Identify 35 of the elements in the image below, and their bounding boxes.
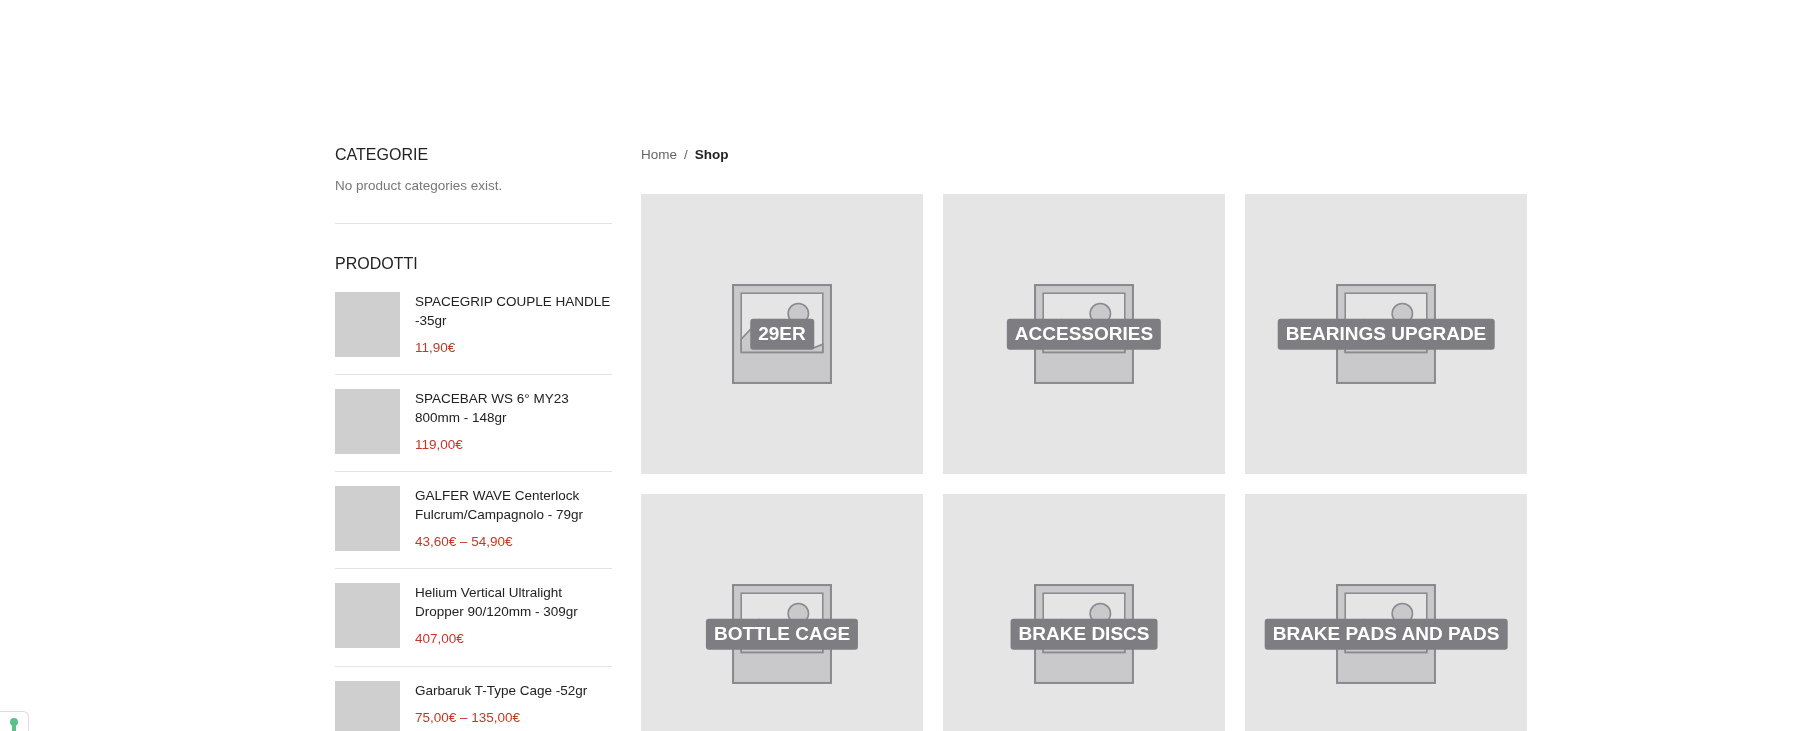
person-icon [9, 718, 19, 731]
product-price: 119,00€ [415, 435, 464, 454]
category-title: BEARINGS UPGRADE [1277, 319, 1495, 350]
product-photo [335, 583, 400, 649]
category-tile[interactable]: BRAKE PADS AND PADS [1245, 494, 1527, 731]
product-price: 43,60€ – 54,90€ [415, 533, 514, 552]
category-tile[interactable]: BRAKE DISCS [943, 494, 1225, 731]
product-link[interactable]: Garbaruk T-Type Cage -52gr [415, 680, 588, 700]
cookie-badge[interactable] [0, 711, 29, 731]
category-tile[interactable]: BEARINGS UPGRADE [1245, 194, 1527, 475]
category-title: BRAKE DISCS [1010, 619, 1158, 650]
product-photo [335, 291, 400, 357]
product-photo [335, 486, 400, 552]
widget-title: CATEGORIE [335, 145, 430, 165]
widget-title: PRODOTTI [335, 254, 419, 274]
category-tile[interactable]: ACCESSORIES [943, 194, 1225, 475]
empty-message: No product categories exist. [335, 177, 504, 196]
product-price: 407,00€ [415, 630, 465, 649]
category-title: 29ER [750, 319, 814, 350]
product-link[interactable]: SPACEBAR WS 6° MY23 800mm - 148gr [415, 388, 612, 427]
product-link[interactable]: Helium Vertical Ultralight Dropper 90/120mm - 309gr [415, 583, 612, 622]
category-title: BRAKE PADS AND PADS [1264, 619, 1508, 650]
category-tile[interactable]: 29ER [641, 194, 923, 475]
breadcrumb-separator: / [684, 146, 688, 164]
product-link[interactable]: GALFER WAVE Centerlock Fulcrum/Campagnolo - 79gr [415, 486, 612, 525]
product-price: 75,00€ – 135,00€ [415, 708, 522, 727]
product-photo [335, 680, 400, 731]
category-tile[interactable]: BOTTLE CAGE [641, 494, 923, 731]
breadcrumb-current: Shop [694, 146, 729, 164]
product-price: 11,90€ [415, 338, 457, 357]
product-photo [335, 388, 400, 454]
category-title: BOTTLE CAGE [705, 619, 859, 650]
product-link[interactable]: SPACEGRIP COUPLE HANDLE -35gr [415, 291, 612, 330]
category-title: ACCESSORIES [1006, 319, 1162, 350]
breadcrumb-link[interactable]: Home [641, 145, 677, 166]
